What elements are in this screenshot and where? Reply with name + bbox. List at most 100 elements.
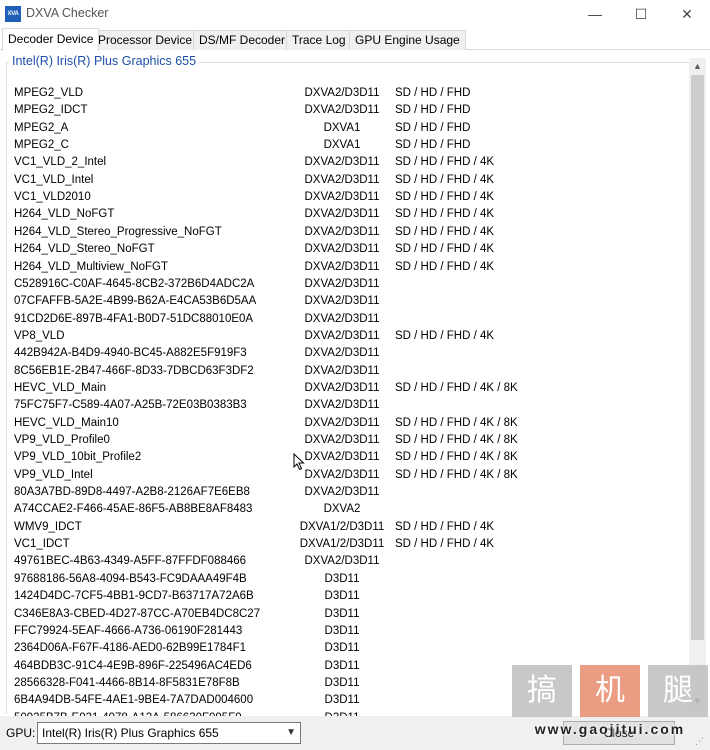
decoder-row[interactable]: VP9_VLD_Profile0 DXVA2/D3D11 SD / HD / FHD… [14,432,690,449]
decoder-row[interactable]: HEVC_VLD_Main10 DXVA2/D3D11 SD / HD / FHD … [14,415,690,432]
decoder-api: DXVA2/D3D11 [304,364,380,377]
decoder-name: C346E8A3-CBED-4D27-87CC-A70EB4DC8C27 [14,607,261,620]
decoder-row[interactable]: 80A3A7BD-89D8-4497-A2B8-2126AF7E6EB8 DXVA… [14,484,690,501]
decoder-row[interactable]: 49761BEC-4B63-4349-A5FF-87FFDF088466 DXVA… [14,553,690,570]
decoder-resolutions: SD / HD / FHD / 4K / 8K [395,451,518,464]
decoder-name: VP8_VLD [14,329,65,342]
decoder-api: DXVA2/D3D11 [304,104,380,117]
gpu-label: GPU: [6,726,36,740]
vertical-scrollbar[interactable]: ▲ ▼ [689,58,706,710]
decoder-list[interactable]: MPEG2_VLD DXVA2/D3D11 SD / HD / FHD MPEG2_I… [14,85,690,721]
close-window-button[interactable]: ✕ [664,0,710,28]
decoder-row[interactable]: 1424D4DC-7CF5-4BB1-9CD7-B63717A72A6B D3D1… [14,588,690,605]
decoder-row[interactable]: C346E8A3-CBED-4D27-87CC-A70EB4DC8C27 D3D1… [14,606,690,623]
scroll-thumb[interactable] [691,75,704,640]
maximize-button[interactable]: ☐ [618,0,664,28]
decoder-name: WMV9_IDCT [14,520,82,533]
chevron-down-icon[interactable]: ▼ [286,723,296,743]
tab-processor-device[interactable]: Processor Device [92,30,199,50]
decoder-api: DXVA2/D3D11 [304,87,380,99]
decoder-name: HEVC_VLD_Main [14,381,107,394]
decoder-row[interactable]: 97688186-56A8-4094-B543-FC9DAAA49F4B D3D1… [14,571,690,588]
decoder-api: DXVA2/D3D11 [304,191,380,204]
decoder-row[interactable]: 91CD2D6E-897B-4FA1-B0D7-51DC88010E0A DXVA… [14,311,690,328]
decoder-row[interactable]: A74CCAE2-F466-45AE-86F5-AB8BE8AF8483 DXVA… [14,501,690,518]
decoder-name: MPEG2_VLD [14,87,84,99]
decoder-name: A74CCAE2-F466-45AE-86F5-AB8BE8AF8483 [14,503,253,516]
decoder-row[interactable]: MPEG2_A DXVA1 SD / HD / FHD [14,120,690,137]
decoder-row[interactable]: VC1_IDCT DXVA1/2/D3D11 SD / HD / FHD / 4K [14,536,690,553]
decoder-row[interactable]: FFC79924-5EAF-4666-A736-06190F281443 D3D1… [14,623,690,640]
watermark-url: www.gaojitui.com [534,721,686,737]
decoder-api: DXVA1/2/D3D11 [299,538,385,551]
tab-decoder-device[interactable]: Decoder Device [2,28,100,51]
app-icon: XVA [5,6,21,22]
decoder-resolutions: SD / HD / FHD [395,139,471,152]
decoder-api: DXVA2/D3D11 [304,295,380,308]
decoder-row[interactable]: MPEG2_C DXVA1 SD / HD / FHD [14,137,690,154]
decoder-resolutions: SD / HD / FHD / 4K [395,225,495,238]
decoder-row[interactable]: 442B942A-B4D9-4940-BC45-A882E5F919F3 DXVA… [14,345,690,362]
decoder-name: 442B942A-B4D9-4940-BC45-A882E5F919F3 [14,347,247,360]
decoder-name: H264_VLD_NoFGT [14,208,115,221]
decoder-name: VP9_VLD_Profile0 [14,434,110,446]
decoder-api: DXVA2/D3D11 [304,468,380,481]
tab-trace-log[interactable]: Trace Log [286,30,352,50]
tab-gpu-engine-usage[interactable]: GPU Engine Usage [349,30,466,50]
decoder-resolutions: SD / HD / FHD / 4K [395,520,495,533]
decoder-row[interactable]: H264_VLD_Stereo_Progressive_NoFGT DXVA2/D… [14,224,690,241]
watermark-char: 腿 [648,665,708,717]
decoder-row[interactable]: 07CFAFFB-5A2E-4B99-B62A-E4CA53B6D5AA DXVA… [14,293,690,310]
scroll-up-arrow-icon[interactable]: ▲ [689,58,706,75]
decoder-name: 91CD2D6E-897B-4FA1-B0D7-51DC88010E0A [14,312,254,325]
decoder-api: DXVA2/D3D11 [304,434,380,446]
decoder-row[interactable]: MPEG2_IDCT DXVA2/D3D11 SD / HD / FHD [14,102,690,119]
decoder-name: VP9_VLD_10bit_Profile2 [14,451,142,464]
decoder-row[interactable]: H264_VLD_Multiview_NoFGT DXVA2/D3D11 SD / … [14,259,690,276]
minimize-button[interactable]: — [572,0,618,28]
decoder-row[interactable]: WMV9_IDCT DXVA1/2/D3D11 SD / HD / FHD / 4K [14,519,690,536]
decoder-resolutions: SD / HD / FHD / 4K [395,538,495,551]
decoder-api: D3D11 [324,659,360,672]
decoder-name: HEVC_VLD_Main10 [14,416,119,429]
decoder-api: DXVA2/D3D11 [304,260,380,273]
decoder-row[interactable]: VC1_VLD_Intel DXVA2/D3D11 SD / HD / FHD / … [14,172,690,189]
decoder-name: VC1_VLD2010 [14,191,91,204]
decoder-row[interactable]: VC1_VLD2010 DXVA2/D3D11 SD / HD / FHD / 4K [14,189,690,206]
decoder-name: VP9_VLD_Intel [14,468,93,481]
decoder-api: DXVA2/D3D11 [304,173,380,186]
decoder-name: H264_VLD_Stereo_NoFGT [14,243,155,256]
decoder-row[interactable]: 75FC75F7-C589-4A07-A25B-72E03B0383B3 DXVA… [14,397,690,414]
decoder-api: DXVA2/D3D11 [304,156,380,169]
decoder-resolutions: SD / HD / FHD / 4K [395,260,495,273]
decoder-row[interactable]: VP9_VLD_Intel DXVA2/D3D11 SD / HD / FHD / … [14,467,690,484]
decoder-name: FFC79924-5EAF-4666-A736-06190F281443 [14,624,243,637]
decoder-row[interactable]: MPEG2_VLD DXVA2/D3D11 SD / HD / FHD [14,85,690,102]
decoder-row[interactable]: 8C56EB1E-2B47-466F-8D33-7DBCD63F3DF2 DXVA… [14,363,690,380]
decoder-row[interactable]: VP8_VLD DXVA2/D3D11 SD / HD / FHD / 4K [14,328,690,345]
decoder-row[interactable]: VP9_VLD_10bit_Profile2 DXVA2/D3D11 SD / HD… [14,449,690,466]
decoder-row[interactable]: H264_VLD_NoFGT DXVA2/D3D11 SD / HD / FHD /… [14,206,690,223]
decoder-row[interactable]: VC1_VLD_2_Intel DXVA2/D3D11 SD / HD / FHD … [14,154,690,171]
decoder-name: 75FC75F7-C589-4A07-A25B-72E03B0383B3 [14,399,247,412]
decoder-api: DXVA2/D3D11 [304,329,380,342]
decoder-name: 8C56EB1E-2B47-466F-8D33-7DBCD63F3DF2 [14,364,254,377]
decoder-api: DXVA2/D3D11 [304,381,380,394]
decoder-name: 28566328-F041-4466-8B14-8F5831E78F8B [14,676,240,689]
decoder-row[interactable]: C528916C-C0AF-4645-8CB2-372B6D4ADC2A DXVA… [14,276,690,293]
decoder-api: DXVA2/D3D11 [304,225,380,238]
decoder-resolutions: SD / HD / FHD / 4K [395,191,495,204]
decoder-api: D3D11 [324,642,360,655]
gpu-select[interactable]: Intel(R) Iris(R) Plus Graphics 655 ▼ [37,722,301,744]
decoder-name: 464BDB3C-91C4-4E9B-896F-225496AC4ED6 [14,659,252,672]
decoder-api: D3D11 [324,676,360,689]
decoder-resolutions: SD / HD / FHD / 4K [395,173,495,186]
watermark-char: 搞 [512,665,572,717]
decoder-resolutions: SD / HD / FHD [395,104,471,117]
decoder-row[interactable]: H264_VLD_Stereo_NoFGT DXVA2/D3D11 SD / HD … [14,241,690,258]
decoder-row[interactable]: 2364D06A-F67F-4186-AED0-62B99E1784F1 D3D1… [14,640,690,657]
tab-ds-mf-decoder[interactable]: DS/MF Decoder [193,30,292,50]
decoder-resolutions: SD / HD / FHD / 4K [395,208,495,221]
decoder-row[interactable]: HEVC_VLD_Main DXVA2/D3D11 SD / HD / FHD / … [14,380,690,397]
decoder-api: DXVA2/D3D11 [304,451,380,464]
